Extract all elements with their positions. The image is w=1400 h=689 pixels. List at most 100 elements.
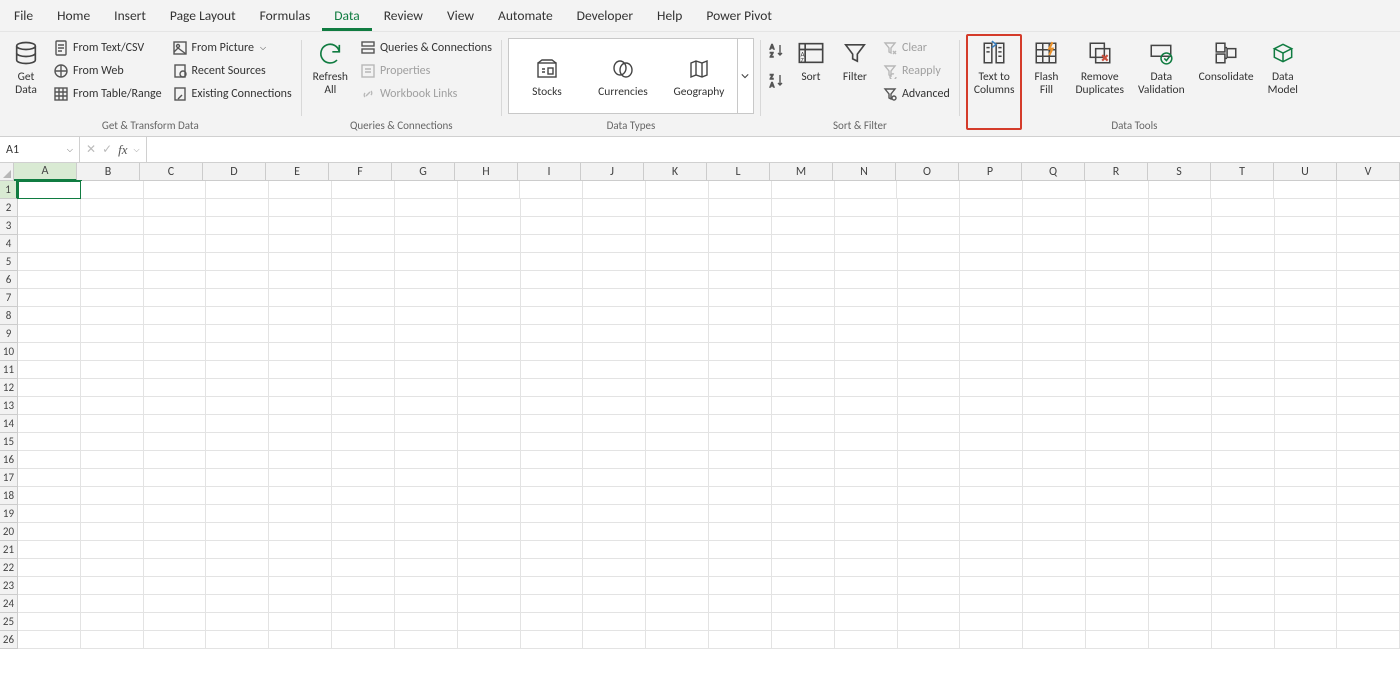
- cell[interactable]: [1337, 415, 1400, 433]
- cell[interactable]: [1337, 181, 1400, 199]
- cell[interactable]: [458, 613, 521, 631]
- cell[interactable]: [835, 289, 898, 307]
- tab-formulas[interactable]: Formulas: [248, 1, 323, 30]
- cell[interactable]: [960, 235, 1023, 253]
- cell[interactable]: [835, 307, 898, 325]
- cell[interactable]: [772, 325, 835, 343]
- cell[interactable]: [1275, 505, 1338, 523]
- cell[interactable]: [646, 523, 709, 541]
- column-header-K[interactable]: K: [644, 163, 707, 181]
- cell[interactable]: [81, 199, 144, 217]
- cell[interactable]: [646, 451, 709, 469]
- column-header-O[interactable]: O: [896, 163, 959, 181]
- cell[interactable]: [583, 271, 646, 289]
- cell[interactable]: [1149, 379, 1212, 397]
- cell[interactable]: [1149, 469, 1212, 487]
- cell[interactable]: [960, 613, 1023, 631]
- cell[interactable]: [520, 181, 583, 199]
- cell[interactable]: [144, 289, 207, 307]
- cell[interactable]: [583, 379, 646, 397]
- cell[interactable]: [1337, 199, 1400, 217]
- cell[interactable]: [81, 271, 144, 289]
- cell[interactable]: [144, 181, 207, 199]
- cell[interactable]: [458, 433, 521, 451]
- cell[interactable]: [269, 289, 332, 307]
- cell[interactable]: [144, 199, 207, 217]
- cell[interactable]: [709, 415, 772, 433]
- cell[interactable]: [458, 271, 521, 289]
- cell[interactable]: [646, 379, 709, 397]
- cell[interactable]: [521, 613, 584, 631]
- cell[interactable]: [898, 595, 961, 613]
- column-header-P[interactable]: P: [959, 163, 1022, 181]
- tab-file[interactable]: File: [2, 1, 45, 30]
- cell[interactable]: [1149, 541, 1212, 559]
- cell[interactable]: [835, 577, 898, 595]
- cell[interactable]: [1149, 487, 1212, 505]
- cell[interactable]: [144, 595, 207, 613]
- cell[interactable]: [1275, 325, 1338, 343]
- cell[interactable]: [1023, 577, 1086, 595]
- row-header-4[interactable]: 4: [0, 235, 18, 253]
- cell[interactable]: [898, 253, 961, 271]
- cell[interactable]: [332, 343, 395, 361]
- cell[interactable]: [772, 271, 835, 289]
- cell[interactable]: [898, 217, 961, 235]
- cell[interactable]: [583, 397, 646, 415]
- cell[interactable]: [144, 343, 207, 361]
- cell[interactable]: [332, 433, 395, 451]
- cell[interactable]: [1212, 415, 1275, 433]
- cell[interactable]: [81, 523, 144, 541]
- cell[interactable]: [1212, 253, 1275, 271]
- cell[interactable]: [1086, 307, 1149, 325]
- cell[interactable]: [332, 217, 395, 235]
- from-web-button[interactable]: From Web: [50, 61, 165, 81]
- cell[interactable]: [646, 613, 709, 631]
- cell[interactable]: [395, 451, 458, 469]
- cell[interactable]: [206, 577, 269, 595]
- cell[interactable]: [772, 541, 835, 559]
- cell[interactable]: [1023, 307, 1086, 325]
- cell[interactable]: [1337, 343, 1400, 361]
- cell[interactable]: [646, 199, 709, 217]
- cell[interactable]: [18, 307, 81, 325]
- cell[interactable]: [81, 379, 144, 397]
- from-picture-button[interactable]: From Picture⌵: [169, 38, 295, 58]
- cell[interactable]: [521, 559, 584, 577]
- data-types-gallery[interactable]: Stocks Currencies Geography: [508, 38, 754, 114]
- column-header-J[interactable]: J: [581, 163, 644, 181]
- cell[interactable]: [772, 397, 835, 415]
- cell[interactable]: [898, 469, 961, 487]
- cell[interactable]: [898, 433, 961, 451]
- cell[interactable]: [960, 325, 1023, 343]
- cell[interactable]: [835, 631, 898, 649]
- enter-icon[interactable]: ✓: [102, 142, 112, 157]
- cell[interactable]: [81, 595, 144, 613]
- cell[interactable]: [1023, 217, 1086, 235]
- cell[interactable]: [1275, 235, 1338, 253]
- cell[interactable]: [709, 577, 772, 595]
- cell[interactable]: [1149, 577, 1212, 595]
- cell[interactable]: [81, 415, 144, 433]
- cell[interactable]: [269, 181, 332, 199]
- cell[interactable]: [395, 505, 458, 523]
- cell[interactable]: [960, 559, 1023, 577]
- cell[interactable]: [772, 469, 835, 487]
- cell[interactable]: [1337, 325, 1400, 343]
- cell[interactable]: [583, 487, 646, 505]
- cell[interactable]: [960, 631, 1023, 649]
- cell[interactable]: [1023, 487, 1086, 505]
- cell[interactable]: [458, 199, 521, 217]
- cell[interactable]: [206, 451, 269, 469]
- cell[interactable]: [1212, 361, 1275, 379]
- cell[interactable]: [709, 631, 772, 649]
- cell[interactable]: [835, 199, 898, 217]
- cell[interactable]: [144, 541, 207, 559]
- cell[interactable]: [1149, 199, 1212, 217]
- consolidate-button[interactable]: Consolidate: [1194, 34, 1259, 84]
- cell[interactable]: [646, 271, 709, 289]
- cell[interactable]: [144, 379, 207, 397]
- from-text-csv-button[interactable]: From Text/CSV: [50, 38, 165, 58]
- cell[interactable]: [646, 235, 709, 253]
- cell[interactable]: [521, 505, 584, 523]
